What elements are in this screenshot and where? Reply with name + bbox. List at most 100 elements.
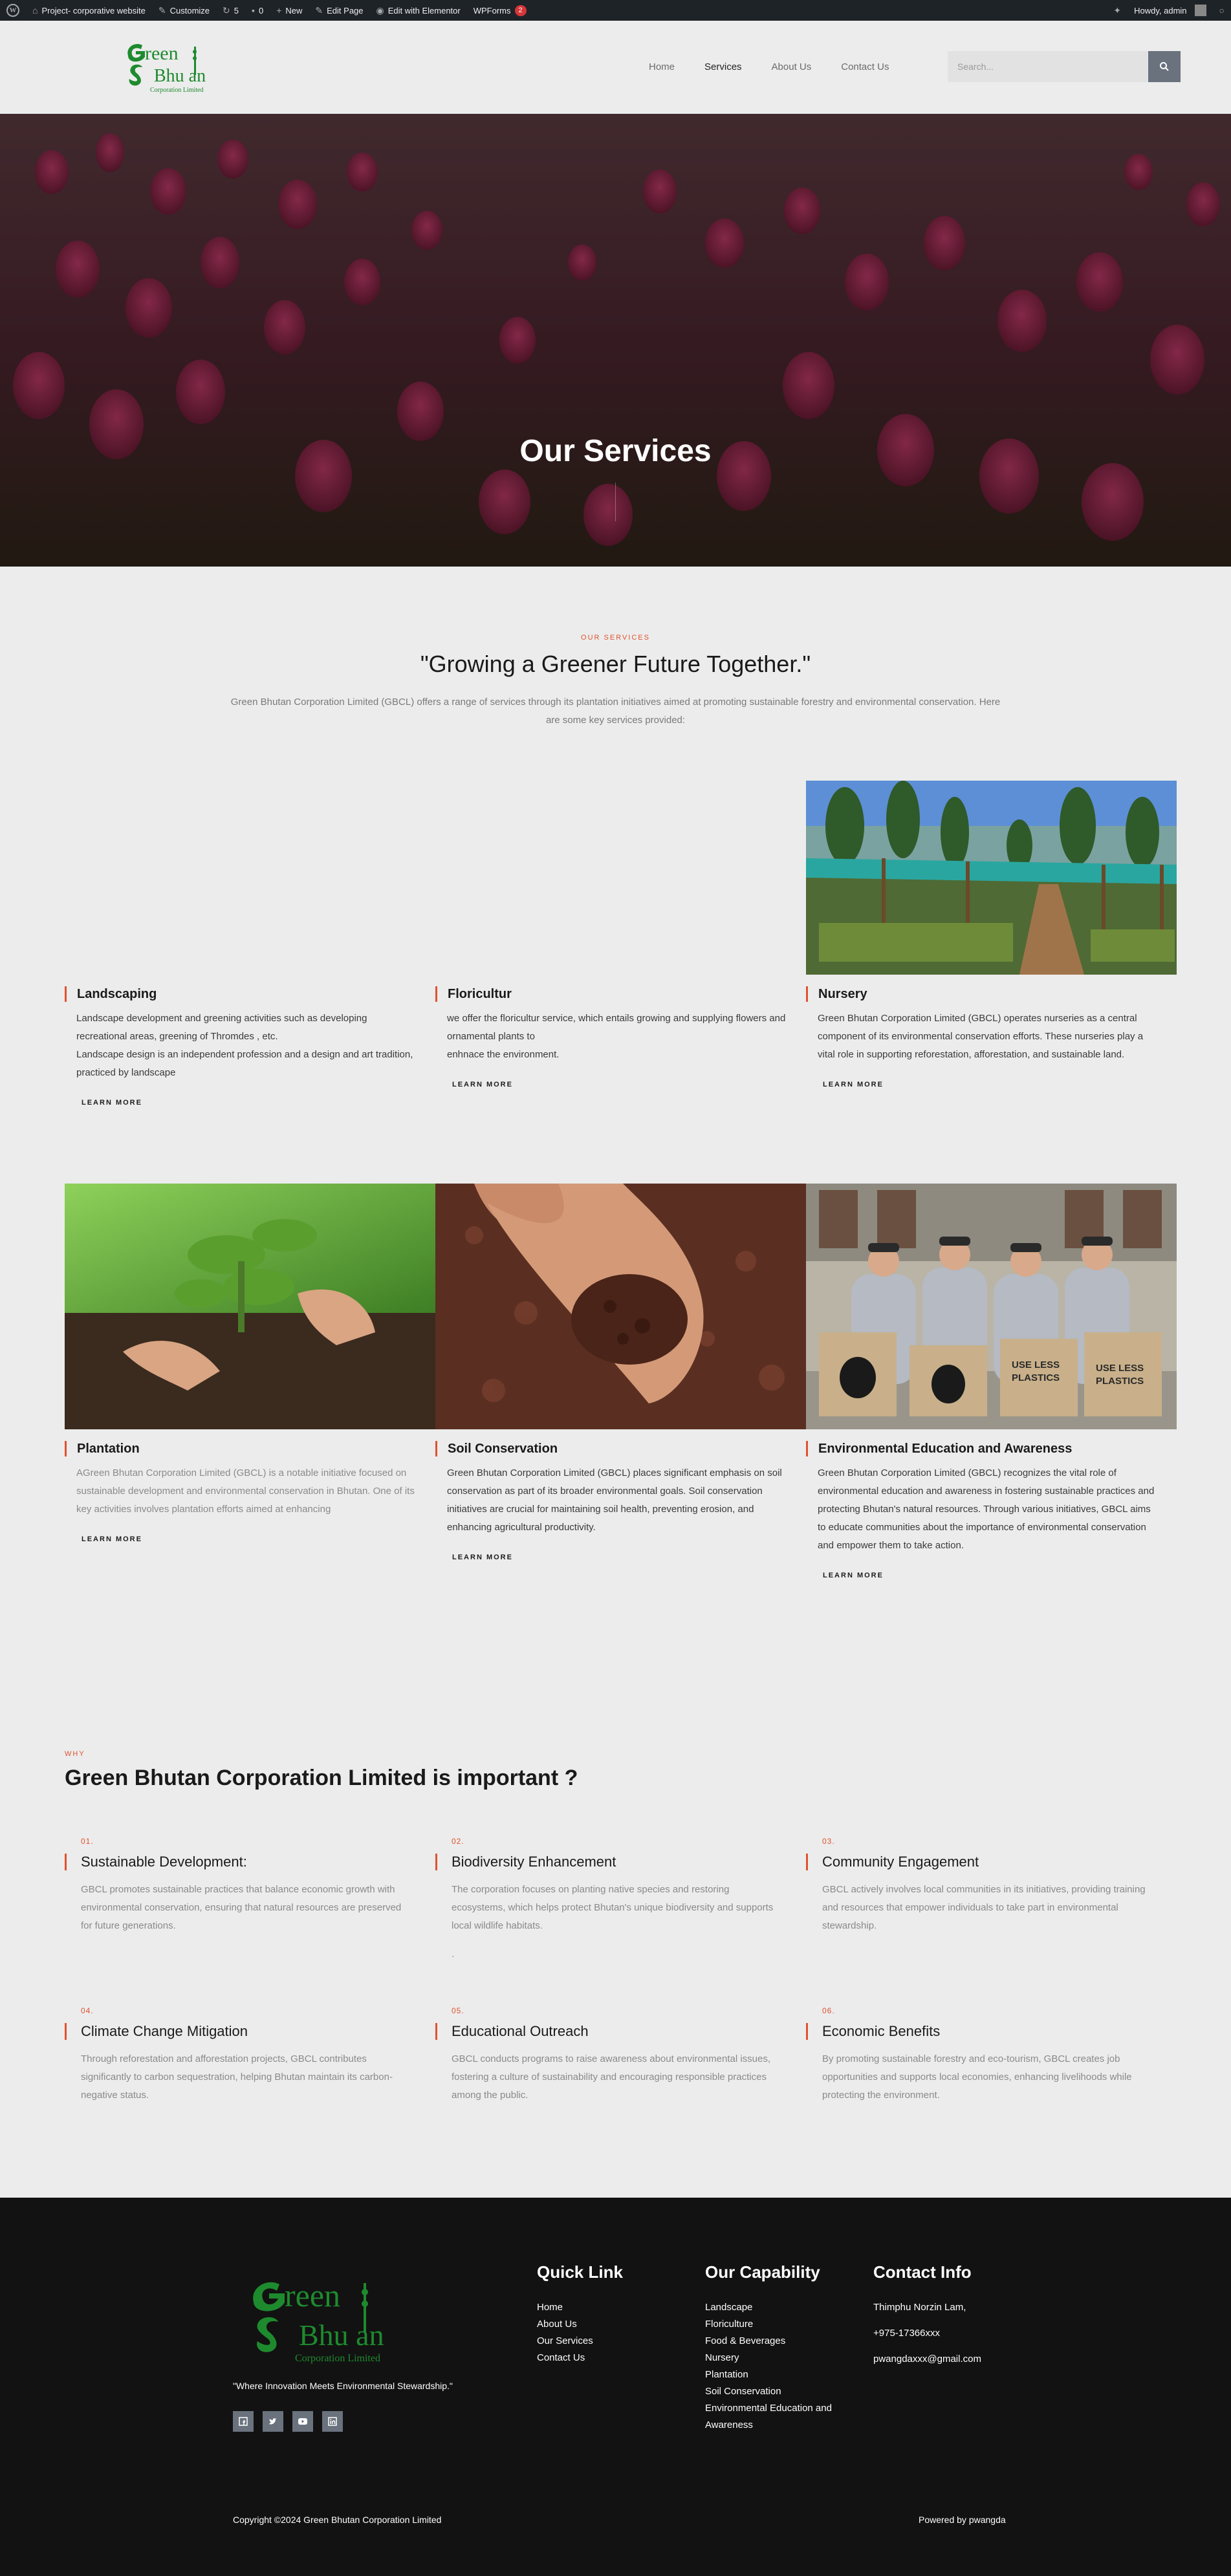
learn-more-button[interactable]: LEARN MORE	[82, 1535, 435, 1543]
why-item-economic-benefits: 06. Economic Benefits By promoting susta…	[806, 2006, 1155, 2105]
why-item-text: The corporation focuses on planting nati…	[452, 1884, 774, 1931]
customize-link[interactable]: ✎ Customize	[152, 0, 216, 21]
why-item-number: 03.	[822, 1837, 835, 1846]
service-title: Environmental Education and Awareness	[806, 1441, 1177, 1456]
hero-divider	[615, 482, 616, 521]
svg-text:USE LESS: USE LESS	[1012, 1359, 1060, 1370]
capability-item[interactable]: Environmental Education and Awareness	[705, 2400, 834, 2434]
elementor-icon: ◉	[376, 5, 384, 16]
service-description: Green Bhutan Corporation Limited (GBCL) …	[818, 1013, 1144, 1060]
contact-phone[interactable]: +975-17366xxx	[873, 2325, 981, 2342]
capability-item[interactable]: Landscape	[705, 2299, 834, 2316]
search-icon	[1160, 62, 1169, 71]
nav-contact-us[interactable]: Contact Us	[826, 61, 904, 72]
footer-logo[interactable]: reen Bhu an Corporation Limited	[246, 2274, 427, 2371]
why-item-title: Economic Benefits	[806, 2023, 1155, 2040]
why-item-text: GBCL actively involves local communities…	[822, 1884, 1146, 1931]
footer-contact: Contact Info Thimphu Norzin Lam, +975-17…	[873, 2262, 981, 2377]
service-card-nursery: Nursery Green Bhutan Corporation Limited…	[806, 781, 1177, 1088]
footer-link-home[interactable]: Home	[537, 2299, 623, 2316]
wpforms-badge: 2	[514, 5, 527, 16]
services-intro-text: Green Bhutan Corporation Limited (GBCL) …	[230, 697, 1001, 726]
edit-page-link[interactable]: ✎ Edit Page	[309, 0, 369, 21]
linkedin-icon[interactable]	[322, 2411, 343, 2432]
edit-elementor-link[interactable]: ◉ Edit with Elementor	[370, 0, 467, 21]
green-bhutan-logo: reen Bhu an Corporation Limited	[253, 2277, 384, 2364]
capability-item[interactable]: Plantation	[705, 2366, 834, 2383]
contact-heading: Contact Info	[873, 2262, 972, 2282]
service-description: we offer the floricultur service, which …	[447, 1013, 786, 1060]
capability-item[interactable]: Floriculture	[705, 2316, 834, 2333]
service-description: AGreen Bhutan Corporation Limited (GBCL)…	[76, 1467, 415, 1515]
svg-text:PLASTICS: PLASTICS	[1096, 1376, 1144, 1387]
nav-services[interactable]: Services	[690, 61, 757, 72]
admin-bar: W ⌂ Project- corporative website ✎ Customi…	[0, 0, 1231, 21]
why-item-number: 02.	[452, 1837, 464, 1846]
wpforms-link[interactable]: WPForms 2	[467, 0, 533, 21]
powered-by-text: Powered by pwangda	[919, 2515, 1006, 2525]
search-toggle[interactable]: ○	[1213, 0, 1231, 21]
learn-more-button[interactable]: LEARN MORE	[823, 1572, 1177, 1579]
site-header: reen Bhu an Corporation Limited Home Ser…	[0, 21, 1231, 114]
why-item-text: GBCL conducts programs to raise awarenes…	[452, 2053, 771, 2101]
why-item-number: 06.	[822, 2006, 835, 2015]
learn-more-button[interactable]: LEARN MORE	[452, 1081, 806, 1088]
soil-image	[435, 1184, 806, 1429]
new-content-link[interactable]: + New	[270, 0, 309, 21]
why-item-biodiversity: 02. Biodiversity Enhancement The corpora…	[435, 1837, 785, 1964]
search-input[interactable]	[948, 51, 1148, 82]
sparkle-icon: ✦	[1113, 5, 1122, 16]
plantation-image	[65, 1184, 435, 1429]
social-links	[233, 2411, 343, 2432]
svg-text:PLASTICS: PLASTICS	[1012, 1372, 1060, 1383]
pencil-icon: ✎	[315, 5, 323, 16]
nav-home[interactable]: Home	[634, 61, 690, 72]
refresh-icon: ↻	[223, 5, 230, 16]
contact-email[interactable]: pwangdaxxx@gmail.com	[873, 2351, 981, 2368]
service-card-floriculture: Floricultur we offer the floricultur ser…	[435, 781, 806, 1088]
updates-link[interactable]: ↻ 5	[216, 0, 245, 21]
footer-link-about[interactable]: About Us	[537, 2316, 623, 2333]
copyright-text: Copyright ©2024 Green Bhutan Corporation…	[233, 2515, 442, 2525]
why-heading: Green Bhutan Corporation Limited is impo…	[65, 1766, 578, 1790]
green-bhutan-logo: reen Bhu an Corporation Limited	[127, 43, 206, 94]
agent-link[interactable]: ✦	[1107, 0, 1128, 21]
site-footer: reen Bhu an Corporation Limited "Where I…	[0, 2198, 1231, 2576]
youtube-icon[interactable]	[292, 2411, 313, 2432]
why-item-number: 01.	[81, 1837, 94, 1846]
account-menu[interactable]: Howdy, admin	[1128, 0, 1212, 21]
service-card-soil-conservation: Soil Conservation Green Bhutan Corporati…	[435, 1184, 806, 1561]
capability-item[interactable]: Nursery	[705, 2350, 834, 2366]
site-name-link[interactable]: ⌂ Project- corporative website	[26, 0, 152, 21]
learn-more-button[interactable]: LEARN MORE	[823, 1081, 1177, 1088]
site-logo[interactable]: reen Bhu an Corporation Limited	[122, 40, 235, 98]
environmental-education-image: USE LESS PLASTICS USE LESS PLASTICS	[806, 1184, 1177, 1429]
why-item-climate-change: 04. Climate Change Mitigation Through re…	[65, 2006, 414, 2105]
footer-link-services[interactable]: Our Services	[537, 2333, 623, 2350]
service-title: Landscaping	[65, 986, 435, 1002]
why-item-text: GBCL promotes sustainable practices that…	[81, 1884, 402, 1931]
service-card-landscaping: Landscaping Landscape development and gr…	[65, 781, 435, 1107]
home-icon: ⌂	[32, 5, 38, 16]
wordpress-logo-button[interactable]: W	[0, 0, 26, 21]
twitter-icon[interactable]	[263, 2411, 283, 2432]
why-eyebrow: WHY	[65, 1750, 85, 1758]
avatar	[1194, 5, 1206, 16]
search-icon: ○	[1219, 5, 1225, 16]
capability-item[interactable]: Soil Conservation	[705, 2383, 834, 2400]
why-item-number: 05.	[452, 2006, 464, 2015]
facebook-icon[interactable]	[233, 2411, 254, 2432]
search-button[interactable]	[1148, 51, 1181, 82]
svg-text:reen: reen	[145, 43, 179, 64]
comments-link[interactable]: ▪ 0	[245, 0, 270, 21]
footer-link-contact[interactable]: Contact Us	[537, 2350, 623, 2366]
capability-item[interactable]: Food & Beverages	[705, 2333, 834, 2350]
quick-links-heading: Quick Link	[537, 2262, 623, 2282]
learn-more-button[interactable]: LEARN MORE	[452, 1553, 806, 1561]
brush-icon: ✎	[158, 5, 166, 16]
learn-more-button[interactable]: LEARN MORE	[82, 1099, 435, 1107]
hero-banner: Our Services	[0, 114, 1231, 567]
service-title: Nursery	[806, 986, 1177, 1002]
svg-text:USE LESS: USE LESS	[1096, 1363, 1144, 1374]
nav-about-us[interactable]: About Us	[757, 61, 827, 72]
